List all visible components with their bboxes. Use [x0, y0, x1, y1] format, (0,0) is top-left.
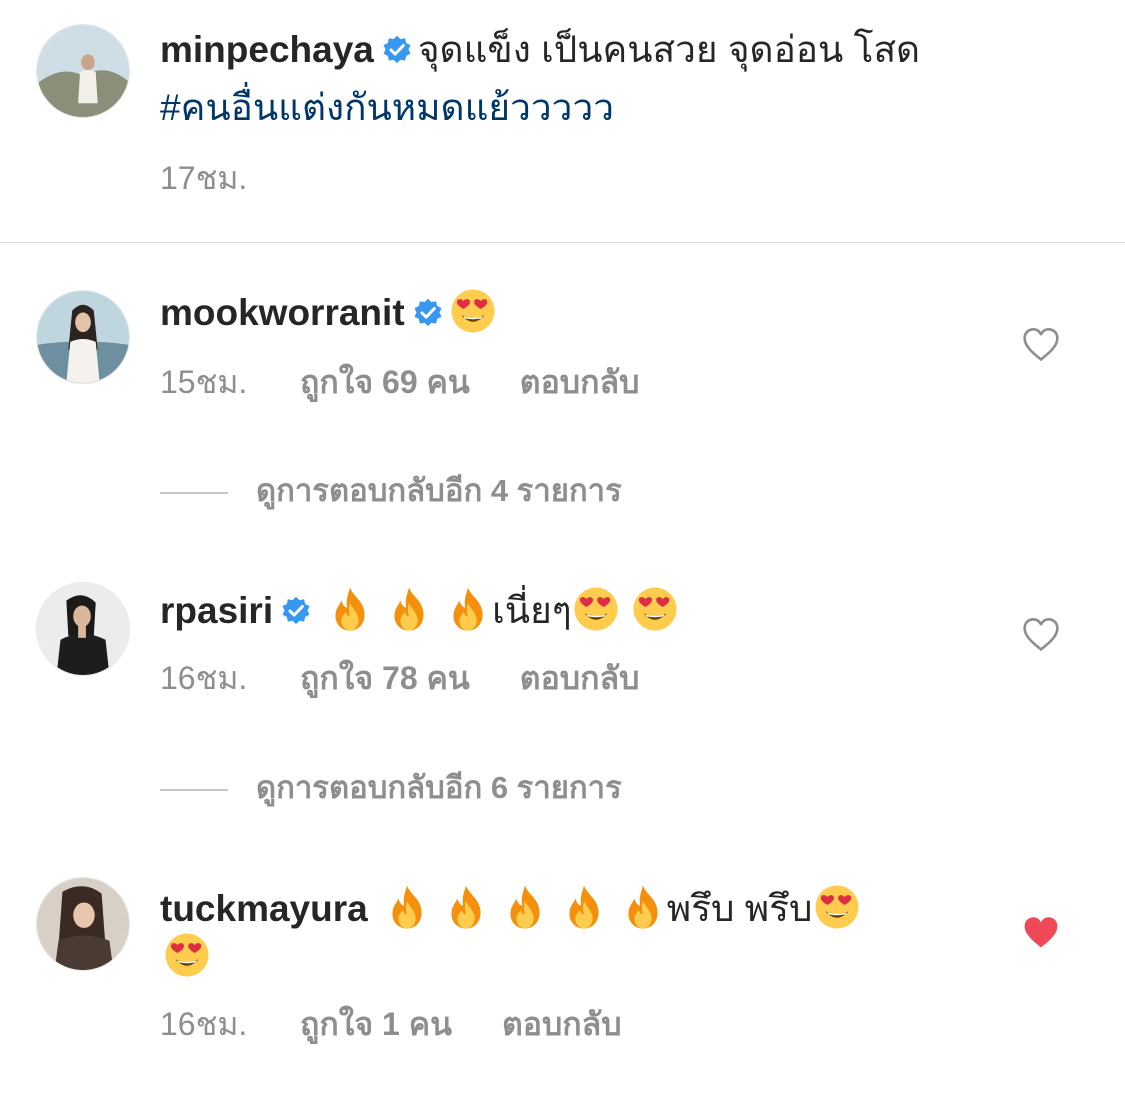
view-replies-label: ดูการตอบกลับอีก 6 รายการ: [256, 770, 622, 805]
heart-eyes-emoji-icon: [632, 586, 678, 632]
view-replies-label: ดูการตอบกลับอีก 4 รายการ: [256, 473, 622, 508]
like-heart-icon[interactable]: [1021, 616, 1061, 652]
avatar-minpechaya[interactable]: [36, 24, 130, 118]
verified-badge-icon: [281, 596, 311, 626]
comment-text: เนี่ยๆ: [492, 590, 572, 631]
comment-timestamp: 16ชม.: [160, 1006, 248, 1042]
comment-username[interactable]: rpasiri: [160, 590, 273, 631]
fire-emoji-icon: [386, 586, 432, 632]
divider: [0, 242, 1125, 243]
comment-line: rpasiri เนี่ยๆ: [160, 586, 679, 633]
view-replies-dash: [160, 491, 228, 494]
avatar-image: [37, 583, 129, 675]
fire-emoji-icon: [502, 884, 548, 930]
view-replies-dash: [160, 788, 228, 791]
fire-emoji-icon: [445, 586, 491, 632]
verified-badge-icon: [382, 35, 412, 65]
avatar-mookworranit[interactable]: [36, 290, 130, 384]
liked-heart-icon[interactable]: [1021, 914, 1061, 950]
like-heart-icon[interactable]: [1021, 326, 1061, 362]
reply-button[interactable]: ตอบกลับ: [520, 658, 640, 698]
avatar-image: [37, 25, 129, 117]
view-replies-button[interactable]: ดูการตอบกลับอีก 6 รายการ: [160, 768, 622, 808]
comment-likes-link[interactable]: ถูกใจ 1 คน: [300, 1004, 452, 1044]
comment-timestamp: 16ชม.: [160, 660, 248, 696]
avatar-tuckmayura[interactable]: [36, 877, 130, 971]
comment-likes-link[interactable]: ถูกใจ 78 คน: [300, 658, 470, 698]
fire-emoji-icon: [384, 884, 430, 930]
post-hashtag-link[interactable]: #คนอื่นแต่งกันหมดแย้ววววว: [160, 86, 614, 130]
post-time: 17ชม.: [160, 158, 247, 198]
fire-emoji-icon: [561, 884, 607, 930]
post-username[interactable]: minpechaya: [160, 29, 374, 70]
comment-timestamp: 15ชม.: [160, 364, 248, 400]
comment-line: mookworranit: [160, 288, 497, 335]
post-caption: minpechaya จุดแข็ง เป็นคนสวย จุดอ่อน โสด: [160, 28, 920, 72]
comment-line: tuckmayura พรึบ พรึบ: [160, 884, 861, 931]
fire-emoji-icon: [443, 884, 489, 930]
view-replies-button[interactable]: ดูการตอบกลับอีก 4 รายการ: [160, 471, 622, 511]
comment-meta: 16ชม. ถูกใจ 1 คน ตอบกลับ: [160, 1004, 622, 1044]
reply-button[interactable]: ตอบกลับ: [520, 362, 640, 402]
comment-likes-link[interactable]: ถูกใจ 69 คน: [300, 362, 470, 402]
avatar-image: [37, 291, 129, 383]
fire-emoji-icon: [327, 586, 373, 632]
post-timestamp: 17ชม.: [160, 160, 248, 196]
comment-text: พรึบ พรึบ: [666, 888, 813, 929]
comment-meta: 16ชม. ถูกใจ 78 คน ตอบกลับ: [160, 658, 639, 698]
verified-badge-icon: [413, 298, 443, 328]
comment-meta: 15ชม. ถูกใจ 69 คน ตอบกลับ: [160, 362, 639, 402]
post-caption-text: จุดแข็ง เป็นคนสวย จุดอ่อน โสด: [417, 29, 921, 70]
heart-eyes-emoji-icon: [164, 932, 210, 978]
heart-eyes-emoji-icon: [814, 884, 860, 930]
heart-eyes-emoji-icon: [450, 288, 496, 334]
comment-username[interactable]: tuckmayura: [160, 888, 368, 929]
heart-eyes-emoji-icon: [573, 586, 619, 632]
fire-emoji-icon: [620, 884, 666, 930]
avatar-rpasiri[interactable]: [36, 582, 130, 676]
avatar-image: [37, 878, 129, 970]
reply-button[interactable]: ตอบกลับ: [502, 1004, 622, 1044]
comment-line-wrap: [160, 932, 211, 979]
comment-username[interactable]: mookworranit: [160, 292, 405, 333]
